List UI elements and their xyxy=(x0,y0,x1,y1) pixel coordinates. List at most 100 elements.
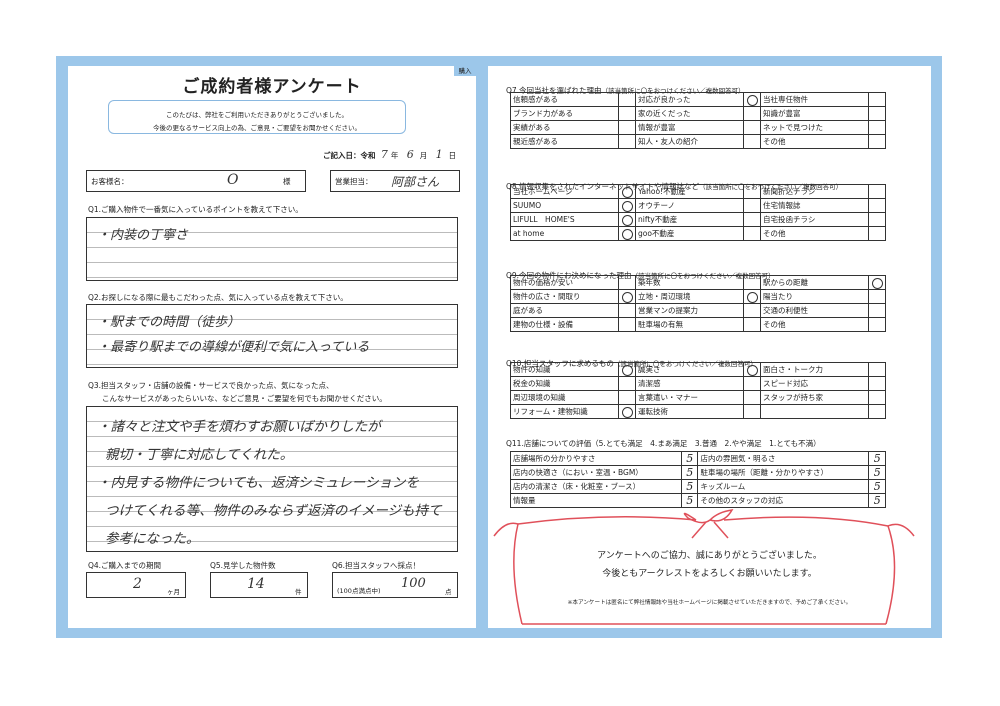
option-label: 対応が良かった xyxy=(634,92,745,107)
checkbox-cell[interactable] xyxy=(868,120,886,135)
rating-label: 駐車場の場所（距離・分かりやすさ） xyxy=(697,465,870,480)
checkbox-cell[interactable] xyxy=(743,404,761,419)
checkbox-cell[interactable] xyxy=(743,303,761,318)
q3-answer-line: 親切・丁寧に対応してくれた。 xyxy=(105,447,294,463)
checkbox-cell[interactable] xyxy=(743,184,761,199)
checkbox-cell[interactable] xyxy=(743,106,761,121)
date-month: 6 xyxy=(406,148,414,161)
checkbox-cell[interactable] xyxy=(618,275,636,290)
intro-line: 今後の更なるサービス向上の為、ご意見・ご要望をお聞かせください。 xyxy=(153,124,361,132)
checkbox-cell[interactable] xyxy=(618,303,636,318)
circle-mark-icon xyxy=(621,200,633,212)
checkbox-cell[interactable] xyxy=(618,212,636,227)
circle-mark-icon xyxy=(621,186,633,198)
checkbox-cell[interactable] xyxy=(743,362,761,377)
circle-mark-icon xyxy=(871,277,883,289)
checkbox-cell[interactable] xyxy=(868,289,886,304)
q1-answer-box: ・内装の丁寧さ xyxy=(86,217,458,281)
q2-question: Q2.お探しになる際に最もこだわった点、気に入っている点を教えて下さい。 xyxy=(88,293,348,302)
checkbox-cell[interactable] xyxy=(868,390,886,405)
q2-answer-box: ・駅までの時間（徒歩） ・最寄り駅までの導線が便利で気に入っている xyxy=(86,304,458,368)
q2-answer-line: ・駅までの時間（徒歩） xyxy=(97,315,241,330)
table-row: 物件の価格が安い 築年数 駅からの距離 xyxy=(509,275,886,290)
checkbox-cell[interactable] xyxy=(868,198,886,213)
q3-answer-line: ・内見する物件についても、返済シミュレーションを xyxy=(97,475,419,491)
intro-box: このたびは、弊社をご利用いただきありがとうございました。 今後の更なるサービス向… xyxy=(108,100,406,134)
checkbox-cell[interactable] xyxy=(618,134,636,149)
checkbox-cell[interactable] xyxy=(743,212,761,227)
table-row: 物件の広さ・間取り 立地・周辺環境 陽当たり xyxy=(509,289,886,304)
checkbox-cell[interactable] xyxy=(868,134,886,149)
rating-score[interactable]: 5 xyxy=(868,451,886,466)
table-row: 周辺環境の知識 言葉遣い・マナー スタッフが持ち家 xyxy=(509,390,886,405)
checkbox-cell[interactable] xyxy=(868,212,886,227)
checkbox-cell[interactable] xyxy=(743,134,761,149)
table-row: ブランド力がある 家の近くだった 知識が豊富 xyxy=(509,106,886,121)
checkbox-cell[interactable] xyxy=(868,275,886,290)
rating-score[interactable]: 5 xyxy=(680,465,699,480)
date-year-unit: 年 xyxy=(390,151,399,160)
rating-score[interactable]: 5 xyxy=(680,451,699,466)
table-row: 当社ホームページ Yahoo!不動産 新聞折込チラシ xyxy=(509,184,886,199)
option-label: ネットで見つけた xyxy=(759,120,870,135)
checkbox-cell[interactable] xyxy=(743,226,761,241)
staff-name: 阿部さん xyxy=(391,175,440,189)
circle-mark-icon xyxy=(746,291,758,303)
checkbox-cell[interactable] xyxy=(743,275,761,290)
checkbox-cell[interactable] xyxy=(743,198,761,213)
rating-score[interactable]: 5 xyxy=(868,465,886,480)
option-label: 面白さ・トーク力 xyxy=(759,362,870,377)
checkbox-cell[interactable] xyxy=(618,92,636,107)
option-label: 住宅情報誌 xyxy=(759,198,870,213)
checkbox-cell[interactable] xyxy=(743,120,761,135)
date-day-unit: 日 xyxy=(448,151,457,160)
checkbox-cell[interactable] xyxy=(618,404,636,419)
checkbox-cell[interactable] xyxy=(743,390,761,405)
checkbox-cell[interactable] xyxy=(868,376,886,391)
option-label: at home xyxy=(509,226,620,241)
q6-unit: 点 xyxy=(445,588,452,596)
checkbox-cell[interactable] xyxy=(618,184,636,199)
checkbox-cell[interactable] xyxy=(618,226,636,241)
checkbox-cell[interactable] xyxy=(868,106,886,121)
checkbox-cell[interactable] xyxy=(868,92,886,107)
checkbox-cell[interactable] xyxy=(618,120,636,135)
checkbox-cell[interactable] xyxy=(618,198,636,213)
checkbox-cell[interactable] xyxy=(618,362,636,377)
checkbox-cell[interactable] xyxy=(743,92,761,107)
checkbox-cell[interactable] xyxy=(868,184,886,199)
q5-answer-box: 14 件 xyxy=(210,572,308,598)
option-label: nifty不動産 xyxy=(634,212,745,227)
option-label: スピード対応 xyxy=(759,376,870,391)
checkbox-cell[interactable] xyxy=(618,106,636,121)
checkbox-cell[interactable] xyxy=(868,303,886,318)
rating-score[interactable]: 5 xyxy=(680,479,699,494)
circle-mark-icon xyxy=(746,94,758,106)
checkbox-cell[interactable] xyxy=(868,404,886,419)
q6-prefix: (100点満点中) xyxy=(337,587,381,595)
checkbox-cell[interactable] xyxy=(868,226,886,241)
option-label: 知人・友人の紹介 xyxy=(634,134,745,149)
checkbox-cell[interactable] xyxy=(743,317,761,332)
q11-title: Q11.店舗についての評価（5.とても満足 4.まあ満足 3.普通 2.やや満足… xyxy=(506,439,821,448)
checkbox-cell[interactable] xyxy=(618,390,636,405)
checkbox-cell[interactable] xyxy=(618,376,636,391)
rating-score[interactable]: 5 xyxy=(868,479,886,494)
table-row: 店内の清潔さ（床・化粧室・ブース） 5 キッズルーム 5 xyxy=(510,479,886,494)
option-label: 物件の知識 xyxy=(509,362,620,377)
checkbox-cell[interactable] xyxy=(618,289,636,304)
q5-unit: 件 xyxy=(295,588,302,596)
rating-label: 店内の雰囲気・明るさ xyxy=(697,451,870,466)
option-label: 立地・周辺環境 xyxy=(634,289,745,304)
q6-label: Q6.担当スタッフへ採点！ xyxy=(332,561,421,570)
left-panel: 購入 ご成約者様アンケート このたびは、弊社をご利用いただきありがとうございまし… xyxy=(68,66,476,628)
checkbox-cell[interactable] xyxy=(743,289,761,304)
checkbox-cell[interactable] xyxy=(743,376,761,391)
option-label: 物件の広さ・間取り xyxy=(509,289,620,304)
checkbox-cell[interactable] xyxy=(618,317,636,332)
checkbox-cell[interactable] xyxy=(868,317,886,332)
checkbox-cell[interactable] xyxy=(868,362,886,377)
q3-answer-line: ・諸々と注文や手を煩わすお願いばかりしたが xyxy=(97,419,381,435)
q4-answer-box: 2 ヶ月 xyxy=(86,572,186,598)
option-label: リフォーム・建物知識 xyxy=(509,404,620,419)
